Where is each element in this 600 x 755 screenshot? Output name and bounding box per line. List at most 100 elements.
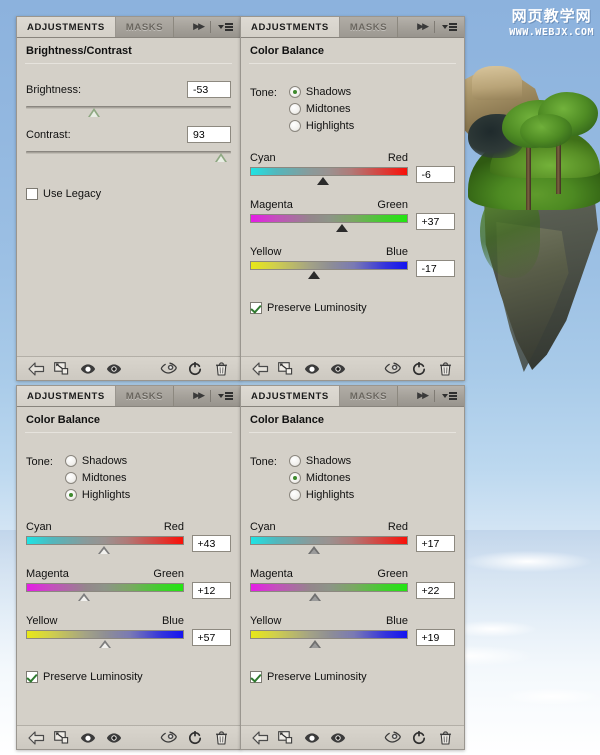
tone-radio-shadows[interactable]: Shadows xyxy=(288,86,354,98)
panel-menu-icon[interactable] xyxy=(442,392,457,400)
tone-radio-shadows[interactable]: Shadows xyxy=(64,455,130,467)
clip-to-layer-icon-button[interactable] xyxy=(273,728,299,748)
tone-radio-midtones[interactable]: Midtones xyxy=(64,472,130,484)
panel-menu-icon[interactable] xyxy=(442,23,457,31)
tone-radio-shadows[interactable]: Shadows xyxy=(288,455,354,467)
slider-track-wrap[interactable] xyxy=(26,103,231,117)
panel-menu-icon[interactable] xyxy=(218,392,233,400)
tone-radio-highlights-button[interactable] xyxy=(288,489,301,501)
preserve-luminosity-checkbox[interactable] xyxy=(250,302,262,314)
preview-eye-icon-button[interactable] xyxy=(101,359,127,379)
color-slider-value-field[interactable]: -17 xyxy=(415,260,455,277)
color-slider-handle[interactable] xyxy=(307,271,320,279)
color-slider-value-field[interactable]: +19 xyxy=(415,629,455,646)
color-slider-handle[interactable] xyxy=(335,224,348,232)
color-slider-handle[interactable] xyxy=(309,640,322,648)
color-slider-track-wrap[interactable] xyxy=(26,630,184,649)
double-chevron-right-icon[interactable]: ▶▶ xyxy=(193,391,205,401)
color-slider-track-wrap[interactable] xyxy=(26,583,184,602)
clip-to-layer-icon-button[interactable] xyxy=(49,359,75,379)
return-to-adjustment-list-icon-button[interactable] xyxy=(23,728,49,748)
preserve-luminosity-checkbox[interactable] xyxy=(26,671,38,683)
color-slider-track-wrap[interactable] xyxy=(250,536,408,555)
tone-radio-midtones-button[interactable] xyxy=(64,472,77,484)
delete-adjustment-icon-button[interactable] xyxy=(432,359,458,379)
preview-eye-icon-button[interactable] xyxy=(101,728,127,748)
color-slider-track-wrap[interactable] xyxy=(250,167,408,186)
reset-adjustment-icon-button[interactable] xyxy=(182,728,208,748)
slider-track-wrap[interactable] xyxy=(26,148,231,162)
preview-eye-icon-button[interactable] xyxy=(325,728,351,748)
preserve-luminosity-checkbox[interactable] xyxy=(250,671,262,683)
tone-radio-shadows-button[interactable] xyxy=(288,86,301,98)
color-slider-handle[interactable] xyxy=(99,640,112,648)
color-slider-track-wrap[interactable] xyxy=(250,583,408,602)
return-to-adjustment-list-icon-button[interactable] xyxy=(23,359,49,379)
toggle-layer-visibility-icon-button[interactable] xyxy=(299,359,325,379)
tone-radio-shadows-button[interactable] xyxy=(288,455,301,467)
color-slider-track-wrap[interactable] xyxy=(250,630,408,649)
color-slider-handle[interactable] xyxy=(309,593,322,601)
delete-adjustment-icon-button[interactable] xyxy=(208,359,234,379)
color-slider-value-field[interactable]: +37 xyxy=(415,213,455,230)
double-chevron-right-icon[interactable]: ▶▶ xyxy=(417,391,429,401)
color-slider-value-field[interactable]: +22 xyxy=(415,582,455,599)
slider-handle[interactable] xyxy=(214,153,227,162)
color-slider-value-field[interactable]: +17 xyxy=(415,535,455,552)
color-slider-value-field[interactable]: +57 xyxy=(191,629,231,646)
color-slider-track-wrap[interactable] xyxy=(250,261,408,280)
color-slider-handle[interactable] xyxy=(317,177,330,185)
slider-value-field[interactable]: 93 xyxy=(187,126,231,143)
reset-adjustment-icon-button[interactable] xyxy=(406,359,432,379)
toggle-layer-visibility-icon-button[interactable] xyxy=(75,359,101,379)
use-legacy-checkbox[interactable] xyxy=(26,188,38,200)
reset-adjustment-icon-button[interactable] xyxy=(406,728,432,748)
preserve-luminosity-row[interactable]: Preserve Luminosity xyxy=(250,302,455,314)
tone-radio-midtones-button[interactable] xyxy=(288,472,301,484)
color-slider-track-wrap[interactable] xyxy=(26,536,184,555)
toggle-layer-visibility-icon-button[interactable] xyxy=(299,728,325,748)
tone-radio-highlights-button[interactable] xyxy=(288,120,301,132)
reset-eye-icon-button[interactable] xyxy=(156,728,182,748)
tab-masks[interactable]: MASKS xyxy=(339,17,399,37)
reset-eye-icon-button[interactable] xyxy=(156,359,182,379)
tone-radio-highlights[interactable]: Highlights xyxy=(288,489,354,501)
delete-adjustment-icon-button[interactable] xyxy=(208,728,234,748)
color-slider-value-field[interactable]: -6 xyxy=(415,166,455,183)
color-slider-handle[interactable] xyxy=(97,546,110,554)
toggle-layer-visibility-icon-button[interactable] xyxy=(75,728,101,748)
preserve-luminosity-row[interactable]: Preserve Luminosity xyxy=(26,671,231,683)
tab-adjustments[interactable]: ADJUSTMENTS xyxy=(241,17,340,37)
tab-masks[interactable]: MASKS xyxy=(115,17,175,37)
color-slider-handle[interactable] xyxy=(77,593,90,601)
tab-adjustments[interactable]: ADJUSTMENTS xyxy=(17,17,116,37)
tone-radio-midtones-button[interactable] xyxy=(288,103,301,115)
delete-adjustment-icon-button[interactable] xyxy=(432,728,458,748)
tab-adjustments[interactable]: ADJUSTMENTS xyxy=(17,386,116,406)
preview-eye-icon-button[interactable] xyxy=(325,359,351,379)
color-slider-value-field[interactable]: +43 xyxy=(191,535,231,552)
tone-radio-highlights[interactable]: Highlights xyxy=(64,489,130,501)
return-to-adjustment-list-icon-button[interactable] xyxy=(247,359,273,379)
panel-menu-icon[interactable] xyxy=(218,23,233,31)
tone-radio-highlights-button[interactable] xyxy=(64,489,77,501)
color-slider-track-wrap[interactable] xyxy=(250,214,408,233)
color-slider-handle[interactable] xyxy=(307,546,320,554)
tab-adjustments[interactable]: ADJUSTMENTS xyxy=(241,386,340,406)
tone-radio-shadows-button[interactable] xyxy=(64,455,77,467)
reset-eye-icon-button[interactable] xyxy=(380,728,406,748)
tab-masks[interactable]: MASKS xyxy=(339,386,399,406)
tab-masks[interactable]: MASKS xyxy=(115,386,175,406)
color-slider-value-field[interactable]: +12 xyxy=(191,582,231,599)
tone-radio-midtones[interactable]: Midtones xyxy=(288,472,354,484)
clip-to-layer-icon-button[interactable] xyxy=(49,728,75,748)
double-chevron-right-icon[interactable]: ▶▶ xyxy=(417,22,429,32)
return-to-adjustment-list-icon-button[interactable] xyxy=(247,728,273,748)
slider-value-field[interactable]: -53 xyxy=(187,81,231,98)
preserve-luminosity-row[interactable]: Preserve Luminosity xyxy=(250,671,455,683)
tone-radio-midtones[interactable]: Midtones xyxy=(288,103,354,115)
tone-radio-highlights[interactable]: Highlights xyxy=(288,120,354,132)
reset-adjustment-icon-button[interactable] xyxy=(182,359,208,379)
double-chevron-right-icon[interactable]: ▶▶ xyxy=(193,22,205,32)
use-legacy-row[interactable]: Use Legacy xyxy=(26,188,231,200)
